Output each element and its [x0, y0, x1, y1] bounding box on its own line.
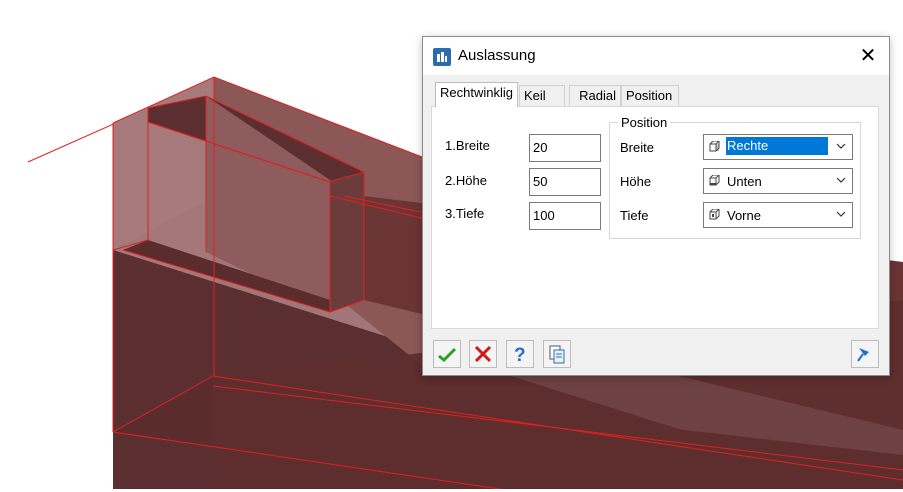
position-hoehe-label: Höhe: [620, 174, 652, 189]
position-tiefe-select[interactable]: Vorne: [703, 202, 853, 228]
tab-label: Position: [626, 88, 673, 103]
cube-bottom-icon: [709, 175, 720, 186]
help-button[interactable]: ?: [506, 340, 534, 368]
tab-position[interactable]: Position: [621, 85, 679, 106]
close-button[interactable]: ✕: [855, 43, 881, 69]
pin-button[interactable]: [851, 340, 879, 368]
position-tiefe-label: Tiefe: [620, 208, 649, 223]
breite-input[interactable]: 20: [529, 134, 601, 162]
question-icon: ?: [514, 345, 526, 364]
auslassung-dialog: Auslassung ✕ Rechtwinklig Keil Radial Po…: [422, 36, 890, 376]
cancel-button[interactable]: [469, 340, 497, 368]
x-icon: [474, 345, 492, 363]
position-group-title: Position: [618, 115, 671, 130]
cube-right-icon: [709, 141, 720, 152]
svg-text:?: ?: [514, 345, 526, 364]
tab-label: Radial: [579, 88, 616, 103]
copy-button[interactable]: [543, 340, 571, 368]
tiefe-input[interactable]: 100: [529, 202, 601, 230]
tiefe-label: 3.Tiefe: [445, 206, 485, 221]
dialog-title: Auslassung: [458, 47, 536, 64]
position-hoehe-select[interactable]: Unten: [703, 168, 853, 194]
copy-document-icon: [549, 345, 565, 364]
select-value: Vorne: [727, 208, 761, 223]
tab-keil[interactable]: Keil: [519, 85, 565, 106]
cube-front-icon: [709, 209, 720, 220]
select-value: Rechte: [726, 137, 828, 155]
chevron-down-icon: [836, 177, 846, 183]
position-breite-select[interactable]: Rechte: [703, 134, 853, 160]
hoehe-input[interactable]: 50: [529, 168, 601, 196]
chevron-down-icon: [836, 143, 846, 149]
pin-icon: [857, 348, 869, 362]
tab-panel: 1.Breite 20 2.Höhe 50 3.Tiefe 100 Positi…: [431, 106, 879, 329]
hoehe-label: 2.Höhe: [445, 173, 487, 188]
chevron-down-icon: [836, 211, 846, 217]
tab-rechtwinklig[interactable]: Rechtwinklig: [435, 82, 518, 107]
app-logo-icon: [433, 48, 451, 66]
tab-label: Rechtwinklig: [440, 85, 513, 100]
checkmark-icon: [438, 347, 457, 363]
ok-button[interactable]: [433, 340, 461, 368]
tab-label: Keil: [524, 88, 546, 103]
breite-label: 1.Breite: [445, 138, 490, 153]
title-bar[interactable]: Auslassung ✕: [423, 37, 889, 75]
position-breite-label: Breite: [620, 140, 654, 155]
tab-radial[interactable]: Radial: [569, 85, 621, 106]
select-value: Unten: [727, 174, 762, 189]
close-icon: ✕: [859, 45, 877, 67]
